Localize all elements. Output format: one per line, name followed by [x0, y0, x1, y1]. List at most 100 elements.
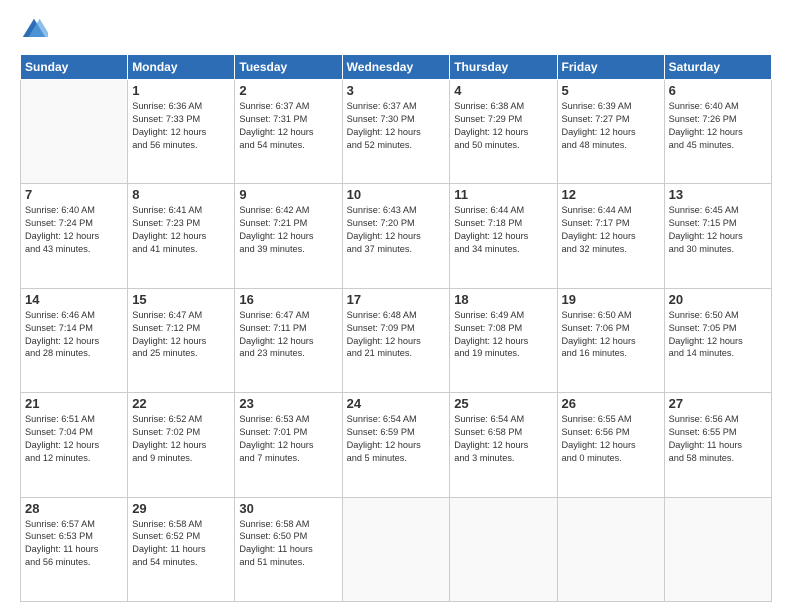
calendar-week-row: 1 Sunrise: 6:36 AM Sunset: 7:33 PM Daylig… — [21, 80, 772, 184]
day-info: Sunrise: 6:37 AM Sunset: 7:30 PM Dayligh… — [347, 100, 446, 152]
day-number: 17 — [347, 292, 446, 307]
calendar-cell: 1 Sunrise: 6:36 AM Sunset: 7:33 PM Daylig… — [128, 80, 235, 184]
day-number: 27 — [669, 396, 767, 411]
day-number: 22 — [132, 396, 230, 411]
day-info: Sunrise: 6:56 AM Sunset: 6:55 PM Dayligh… — [669, 413, 767, 465]
day-number: 1 — [132, 83, 230, 98]
day-number: 18 — [454, 292, 552, 307]
calendar-cell: 6 Sunrise: 6:40 AM Sunset: 7:26 PM Daylig… — [664, 80, 771, 184]
calendar-week-row: 21Sunrise: 6:51 AM Sunset: 7:04 PM Dayli… — [21, 393, 772, 497]
calendar-cell: 18 Sunrise: 6:49 AM Sunset: 7:08 PM Dayli… — [450, 288, 557, 392]
day-info: Sunrise: 6:46 AM Sunset: 7:14 PM Dayligh… — [25, 309, 123, 361]
calendar-cell: 16Sunrise: 6:47 AM Sunset: 7:11 PM Dayli… — [235, 288, 342, 392]
day-number: 24 — [347, 396, 446, 411]
day-info: Sunrise: 6:41 AM Sunset: 7:23 PM Dayligh… — [132, 204, 230, 256]
day-number: 7 — [25, 187, 123, 202]
day-number: 2 — [239, 83, 337, 98]
day-info: Sunrise: 6:53 AM Sunset: 7:01 PM Dayligh… — [239, 413, 337, 465]
day-info: Sunrise: 6:45 AM Sunset: 7:15 PM Dayligh… — [669, 204, 767, 256]
day-info: Sunrise: 6:44 AM Sunset: 7:17 PM Dayligh… — [562, 204, 660, 256]
calendar-week-row: 14 Sunrise: 6:46 AM Sunset: 7:14 PM Dayli… — [21, 288, 772, 392]
calendar-cell — [450, 497, 557, 601]
calendar-cell: 8Sunrise: 6:41 AM Sunset: 7:23 PM Daylig… — [128, 184, 235, 288]
day-info: Sunrise: 6:51 AM Sunset: 7:04 PM Dayligh… — [25, 413, 123, 465]
day-number: 6 — [669, 83, 767, 98]
weekday-header: Tuesday — [235, 55, 342, 80]
calendar-cell: 7 Sunrise: 6:40 AM Sunset: 7:24 PM Daylig… — [21, 184, 128, 288]
day-info: Sunrise: 6:38 AM Sunset: 7:29 PM Dayligh… — [454, 100, 552, 152]
day-number: 14 — [25, 292, 123, 307]
day-info: Sunrise: 6:47 AM Sunset: 7:12 PM Dayligh… — [132, 309, 230, 361]
day-info: Sunrise: 6:40 AM Sunset: 7:26 PM Dayligh… — [669, 100, 767, 152]
calendar-cell: 13 Sunrise: 6:45 AM Sunset: 7:15 PM Dayli… — [664, 184, 771, 288]
day-info: Sunrise: 6:55 AM Sunset: 6:56 PM Dayligh… — [562, 413, 660, 465]
day-number: 15 — [132, 292, 230, 307]
calendar-cell: 5 Sunrise: 6:39 AM Sunset: 7:27 PM Daylig… — [557, 80, 664, 184]
day-number: 11 — [454, 187, 552, 202]
calendar-cell: 19 Sunrise: 6:50 AM Sunset: 7:06 PM Dayli… — [557, 288, 664, 392]
calendar: SundayMondayTuesdayWednesdayThursdayFrid… — [20, 54, 772, 602]
day-number: 26 — [562, 396, 660, 411]
calendar-cell: 30Sunrise: 6:58 AM Sunset: 6:50 PM Dayli… — [235, 497, 342, 601]
day-info: Sunrise: 6:49 AM Sunset: 7:08 PM Dayligh… — [454, 309, 552, 361]
day-number: 23 — [239, 396, 337, 411]
calendar-cell: 26 Sunrise: 6:55 AM Sunset: 6:56 PM Dayli… — [557, 393, 664, 497]
calendar-cell: 17 Sunrise: 6:48 AM Sunset: 7:09 PM Dayli… — [342, 288, 450, 392]
calendar-cell: 11 Sunrise: 6:44 AM Sunset: 7:18 PM Dayli… — [450, 184, 557, 288]
day-info: Sunrise: 6:48 AM Sunset: 7:09 PM Dayligh… — [347, 309, 446, 361]
logo-icon — [20, 16, 48, 44]
day-info: Sunrise: 6:54 AM Sunset: 6:59 PM Dayligh… — [347, 413, 446, 465]
day-number: 10 — [347, 187, 446, 202]
day-number: 12 — [562, 187, 660, 202]
day-info: Sunrise: 6:50 AM Sunset: 7:06 PM Dayligh… — [562, 309, 660, 361]
day-number: 9 — [239, 187, 337, 202]
day-info: Sunrise: 6:58 AM Sunset: 6:52 PM Dayligh… — [132, 518, 230, 570]
day-info: Sunrise: 6:36 AM Sunset: 7:33 PM Dayligh… — [132, 100, 230, 152]
calendar-cell: 25Sunrise: 6:54 AM Sunset: 6:58 PM Dayli… — [450, 393, 557, 497]
day-info: Sunrise: 6:37 AM Sunset: 7:31 PM Dayligh… — [239, 100, 337, 152]
calendar-cell: 22 Sunrise: 6:52 AM Sunset: 7:02 PM Dayli… — [128, 393, 235, 497]
calendar-cell: 23 Sunrise: 6:53 AM Sunset: 7:01 PM Dayli… — [235, 393, 342, 497]
calendar-cell: 29 Sunrise: 6:58 AM Sunset: 6:52 PM Dayli… — [128, 497, 235, 601]
day-info: Sunrise: 6:44 AM Sunset: 7:18 PM Dayligh… — [454, 204, 552, 256]
day-info: Sunrise: 6:42 AM Sunset: 7:21 PM Dayligh… — [239, 204, 337, 256]
calendar-cell: 3Sunrise: 6:37 AM Sunset: 7:30 PM Daylig… — [342, 80, 450, 184]
day-info: Sunrise: 6:47 AM Sunset: 7:11 PM Dayligh… — [239, 309, 337, 361]
calendar-week-row: 7 Sunrise: 6:40 AM Sunset: 7:24 PM Daylig… — [21, 184, 772, 288]
weekday-header: Wednesday — [342, 55, 450, 80]
calendar-cell — [664, 497, 771, 601]
day-number: 19 — [562, 292, 660, 307]
calendar-cell: 4 Sunrise: 6:38 AM Sunset: 7:29 PM Daylig… — [450, 80, 557, 184]
day-number: 5 — [562, 83, 660, 98]
calendar-cell — [342, 497, 450, 601]
calendar-cell: 9 Sunrise: 6:42 AM Sunset: 7:21 PM Daylig… — [235, 184, 342, 288]
weekday-header-row: SundayMondayTuesdayWednesdayThursdayFrid… — [21, 55, 772, 80]
calendar-cell: 14 Sunrise: 6:46 AM Sunset: 7:14 PM Dayli… — [21, 288, 128, 392]
weekday-header: Friday — [557, 55, 664, 80]
weekday-header: Sunday — [21, 55, 128, 80]
calendar-cell — [557, 497, 664, 601]
day-info: Sunrise: 6:52 AM Sunset: 7:02 PM Dayligh… — [132, 413, 230, 465]
calendar-cell: 28Sunrise: 6:57 AM Sunset: 6:53 PM Dayli… — [21, 497, 128, 601]
day-info: Sunrise: 6:40 AM Sunset: 7:24 PM Dayligh… — [25, 204, 123, 256]
day-number: 29 — [132, 501, 230, 516]
day-info: Sunrise: 6:43 AM Sunset: 7:20 PM Dayligh… — [347, 204, 446, 256]
calendar-cell: 12 Sunrise: 6:44 AM Sunset: 7:17 PM Dayli… — [557, 184, 664, 288]
calendar-cell: 15 Sunrise: 6:47 AM Sunset: 7:12 PM Dayli… — [128, 288, 235, 392]
day-number: 30 — [239, 501, 337, 516]
weekday-header: Thursday — [450, 55, 557, 80]
calendar-cell: 2 Sunrise: 6:37 AM Sunset: 7:31 PM Daylig… — [235, 80, 342, 184]
day-info: Sunrise: 6:50 AM Sunset: 7:05 PM Dayligh… — [669, 309, 767, 361]
day-info: Sunrise: 6:57 AM Sunset: 6:53 PM Dayligh… — [25, 518, 123, 570]
day-number: 4 — [454, 83, 552, 98]
day-info: Sunrise: 6:39 AM Sunset: 7:27 PM Dayligh… — [562, 100, 660, 152]
day-number: 20 — [669, 292, 767, 307]
weekday-header: Saturday — [664, 55, 771, 80]
page: SundayMondayTuesdayWednesdayThursdayFrid… — [0, 0, 792, 612]
calendar-cell: 27 Sunrise: 6:56 AM Sunset: 6:55 PM Dayli… — [664, 393, 771, 497]
calendar-cell: 24 Sunrise: 6:54 AM Sunset: 6:59 PM Dayli… — [342, 393, 450, 497]
day-number: 13 — [669, 187, 767, 202]
weekday-header: Monday — [128, 55, 235, 80]
calendar-cell: 10 Sunrise: 6:43 AM Sunset: 7:20 PM Dayli… — [342, 184, 450, 288]
logo — [20, 16, 52, 44]
